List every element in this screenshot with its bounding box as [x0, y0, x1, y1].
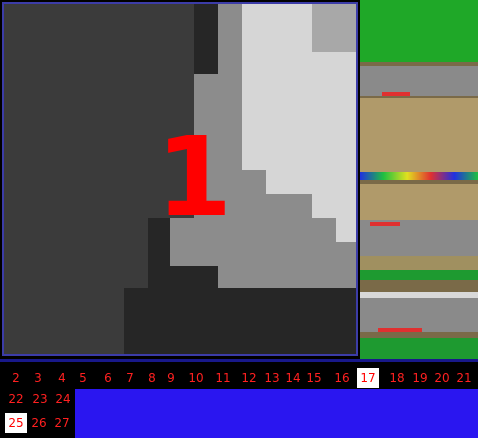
curb-marks [370, 222, 400, 226]
level-8-button[interactable]: 8 [142, 368, 162, 388]
dark-region [124, 288, 356, 354]
level-18-button[interactable]: 18 [387, 368, 407, 388]
track-minimap[interactable] [360, 0, 478, 362]
level-19-button[interactable]: 19 [410, 368, 430, 388]
level-3-button[interactable]: 3 [28, 368, 48, 388]
light-gray-region [336, 218, 356, 242]
level-24-button[interactable]: 24 [53, 389, 73, 409]
level-17-button[interactable]: 17 [357, 368, 379, 388]
curb-marks [382, 92, 410, 96]
level-26-button[interactable]: 26 [29, 413, 49, 433]
grass-area [360, 0, 478, 62]
tray-panel [75, 389, 478, 438]
curb-marks [378, 328, 422, 332]
level-4-button[interactable]: 4 [52, 368, 72, 388]
level-25-button[interactable]: 25 [5, 413, 27, 433]
dirt-area [360, 98, 478, 172]
barrier-stripe [360, 172, 478, 180]
level-20-button[interactable]: 20 [432, 368, 452, 388]
dark-region [194, 4, 218, 74]
level-5-button[interactable]: 5 [73, 368, 93, 388]
grass-area [360, 270, 478, 280]
level-14-button[interactable]: 14 [283, 368, 303, 388]
level-9-button[interactable]: 9 [161, 368, 181, 388]
level-21-button[interactable]: 21 [454, 368, 474, 388]
selected-number-label: 1 [155, 113, 233, 241]
road-section [360, 66, 478, 96]
dirt-area [360, 184, 478, 220]
level-15-button[interactable]: 15 [304, 368, 324, 388]
dark-region [170, 266, 218, 288]
level-22-button[interactable]: 22 [6, 389, 26, 409]
level-7-button[interactable]: 7 [120, 368, 140, 388]
light-gray-region [266, 170, 356, 194]
level-13-button[interactable]: 13 [262, 368, 282, 388]
level-6-button[interactable]: 6 [98, 368, 118, 388]
level-27-button[interactable]: 27 [52, 413, 72, 433]
level-11-button[interactable]: 11 [213, 368, 233, 388]
level-16-button[interactable]: 16 [332, 368, 352, 388]
gray-region [312, 4, 356, 52]
level-10-button[interactable]: 10 [186, 368, 206, 388]
level-23-button[interactable]: 23 [30, 389, 50, 409]
zoomed-viewport[interactable]: 1 [2, 2, 358, 356]
light-gray-region [312, 52, 356, 170]
road-section [360, 298, 478, 332]
level-2-button[interactable]: 2 [6, 368, 26, 388]
level-12-button[interactable]: 12 [239, 368, 259, 388]
light-gray-region [312, 194, 356, 218]
light-gray-region [242, 4, 312, 170]
